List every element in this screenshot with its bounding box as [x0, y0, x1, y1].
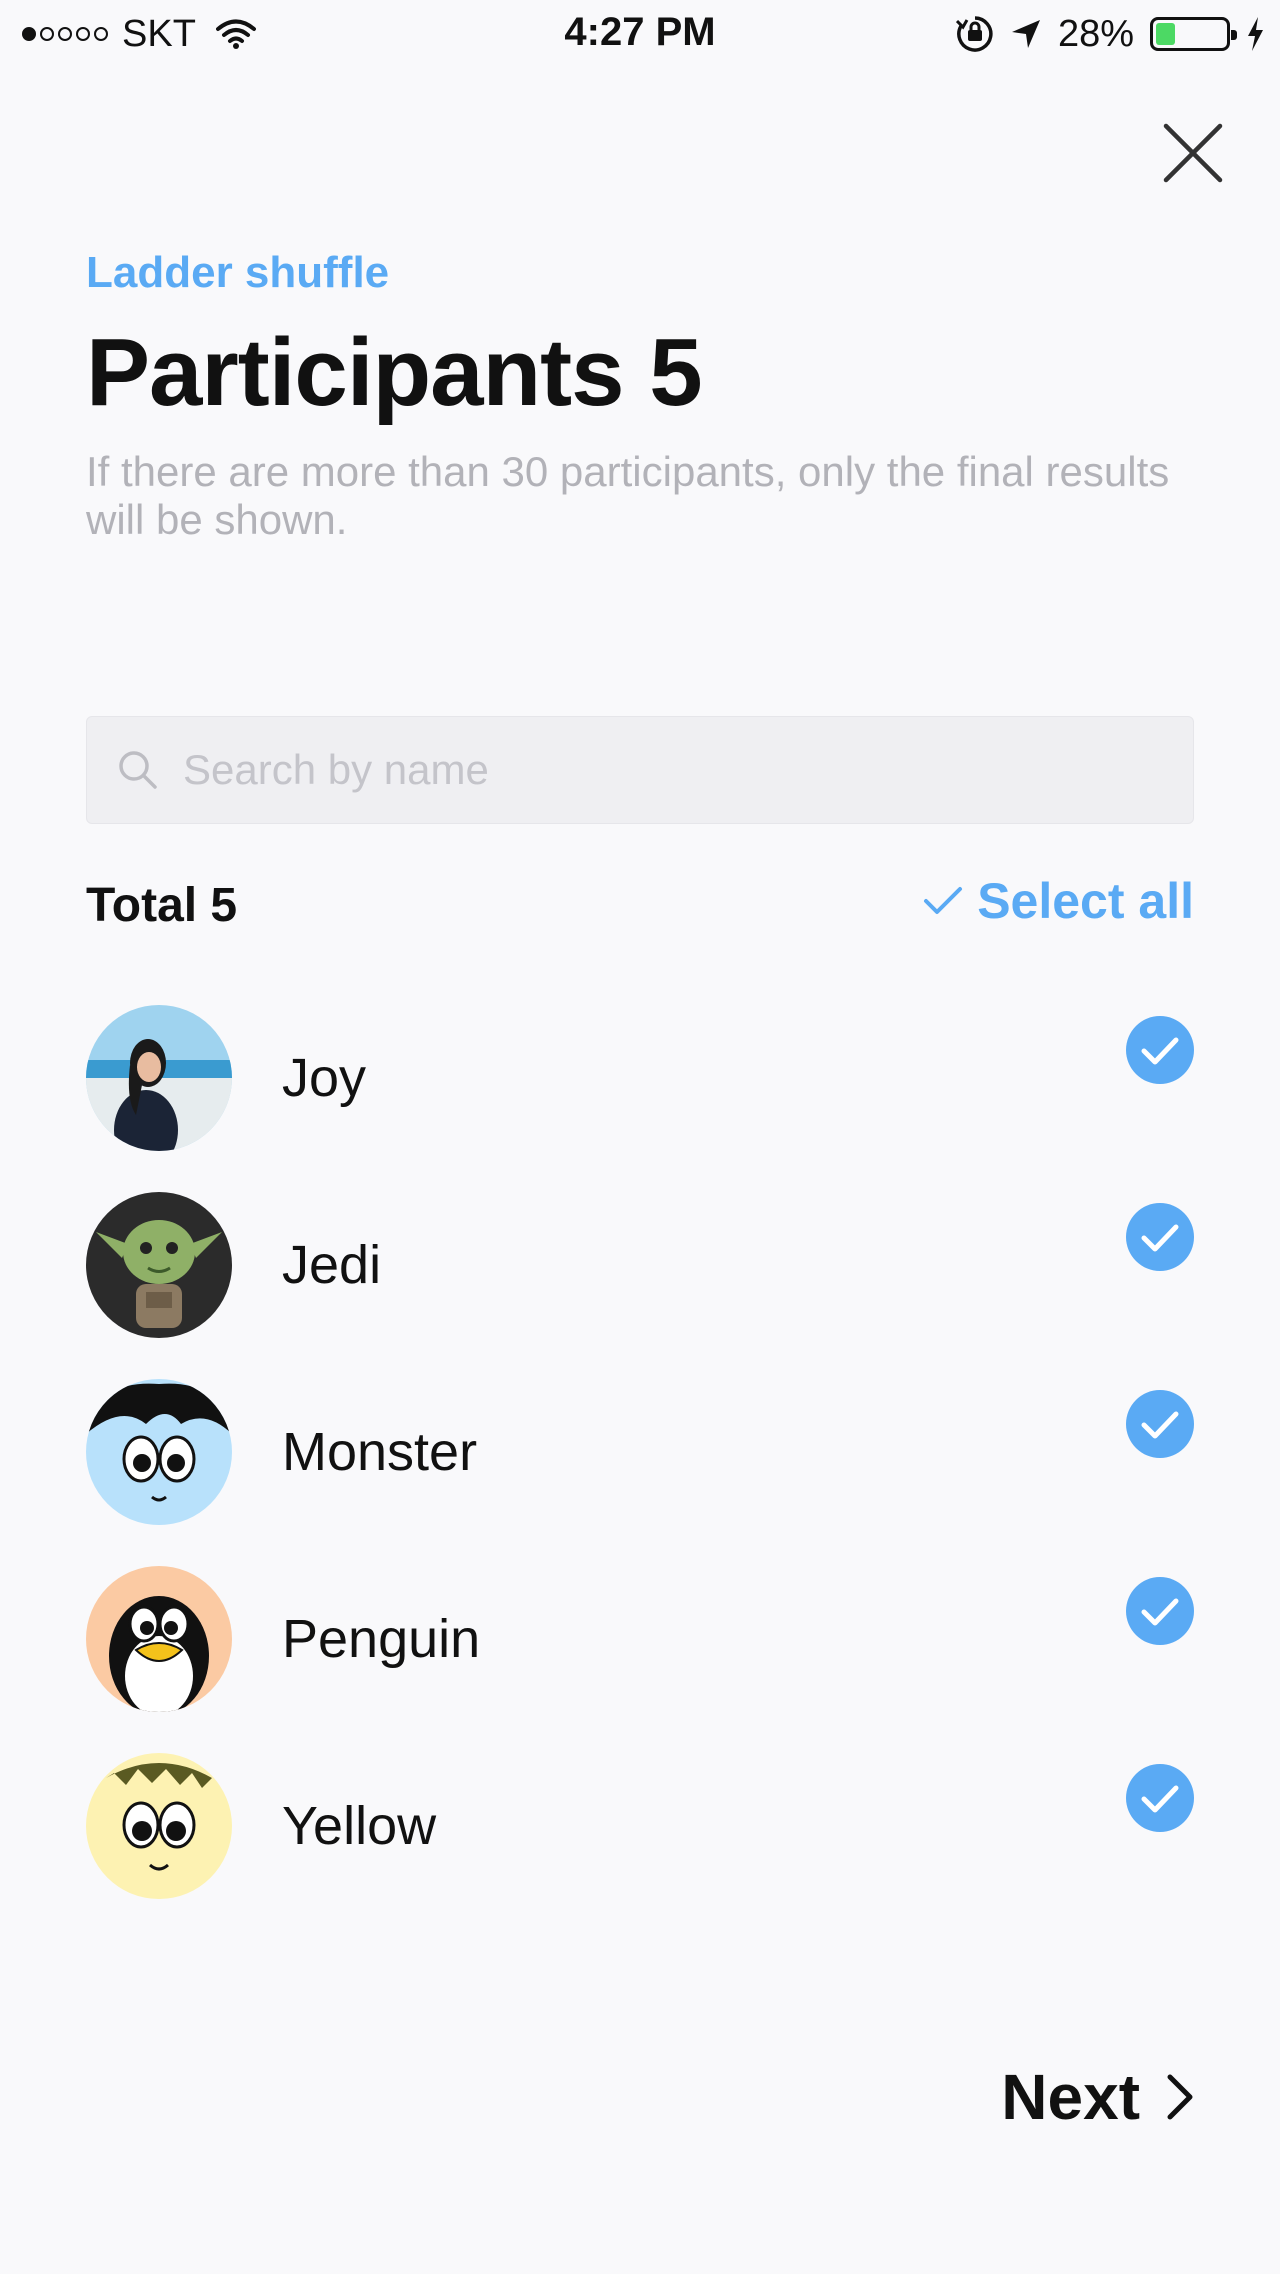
selected-check-icon[interactable]: [1126, 1577, 1194, 1645]
search-bar[interactable]: [86, 716, 1194, 824]
status-bar: SKT 4:27 PM 28%: [0, 0, 1280, 68]
orientation-lock-icon: [955, 16, 993, 52]
select-all-button[interactable]: Select all: [923, 872, 1194, 930]
select-all-label: Select all: [977, 873, 1194, 929]
search-input[interactable]: [183, 746, 1143, 794]
checkmark-icon: [924, 887, 963, 914]
status-bar-right: 28%: [955, 12, 1264, 56]
participant-name: Yellow: [282, 1795, 437, 1856]
avatar: [86, 1565, 232, 1712]
battery-percentage: 28%: [1057, 12, 1134, 55]
avatar: [86, 1378, 232, 1525]
avatar: [86, 1752, 232, 1899]
total-count: Total 5: [86, 879, 238, 932]
page-title: Participants 5: [86, 319, 703, 426]
participant-name: Joy: [282, 1047, 367, 1108]
battery-icon: [1150, 17, 1237, 51]
list-item[interactable]: Penguin: [86, 1545, 1194, 1732]
location-arrow-icon: [1011, 20, 1040, 48]
list-item[interactable]: Jedi: [86, 1171, 1194, 1358]
participant-name: Jedi: [282, 1234, 382, 1295]
selected-check-icon[interactable]: [1126, 1203, 1194, 1271]
next-label: Next: [1001, 2061, 1140, 2133]
screen-eyebrow: Ladder shuffle: [86, 248, 390, 297]
selected-check-icon[interactable]: [1126, 1016, 1194, 1084]
selected-check-icon[interactable]: [1126, 1390, 1194, 1458]
participant-name: Penguin: [282, 1608, 481, 1669]
list-item[interactable]: Yellow: [86, 1732, 1194, 1919]
list-item[interactable]: Joy: [86, 984, 1194, 1171]
list-item[interactable]: Monster: [86, 1358, 1194, 1545]
participant-list: Joy Jedi Monster Penguin Yellow: [86, 984, 1194, 1919]
charging-bolt-icon: [1248, 17, 1263, 51]
participant-name: Monster: [282, 1421, 478, 1482]
close-button[interactable]: [1158, 118, 1228, 188]
screen: SKT 4:27 PM 28% Ladder shuffle Participa…: [0, 0, 1280, 2274]
selected-check-icon[interactable]: [1126, 1764, 1194, 1832]
chevron-right-icon: [1167, 2074, 1193, 2120]
next-button[interactable]: Next: [1001, 2060, 1194, 2134]
avatar: [86, 1004, 232, 1151]
search-icon: [119, 751, 157, 789]
avatar: [86, 1191, 232, 1338]
battery-level-fill: [1156, 23, 1175, 45]
page-subtitle: If there are more than 30 participants, …: [86, 448, 1170, 543]
